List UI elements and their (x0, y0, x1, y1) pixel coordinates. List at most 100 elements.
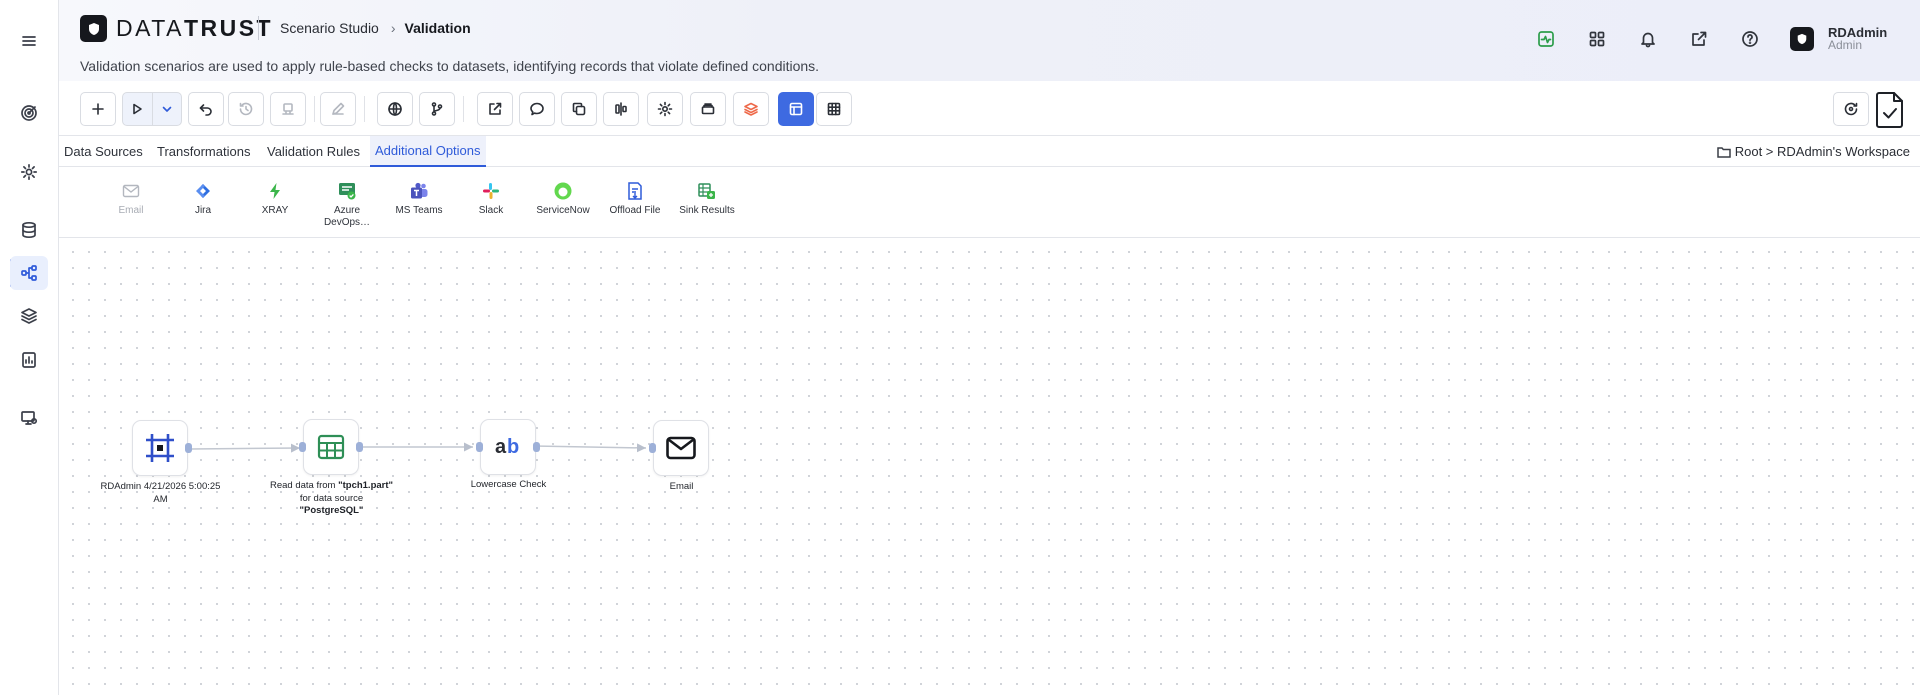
tab-validation-rules[interactable]: Validation Rules (262, 136, 365, 167)
servicenow-icon (553, 181, 573, 201)
output-port[interactable] (533, 442, 540, 452)
node-lowercase-check[interactable]: a b (476, 419, 540, 475)
activity-icon[interactable] (1535, 28, 1557, 50)
edge-lowercase-to-email (533, 443, 647, 453)
workspace-breadcrumb[interactable]: Root > RDAdmin's Workspace (1716, 144, 1910, 159)
header-actions (1535, 28, 1790, 50)
ms-teams-icon (409, 181, 429, 201)
tab-transformations[interactable]: Transformations (152, 136, 255, 167)
node-email-label: Email (669, 481, 694, 492)
node-start-label: RDAdmin 4/21/2026 5:00:25 AM (100, 481, 221, 505)
undo-button[interactable] (188, 92, 224, 126)
copy-button[interactable] (561, 92, 597, 126)
monitor-settings-icon[interactable] (10, 401, 48, 435)
history-button[interactable] (228, 92, 264, 126)
database-icon[interactable] (10, 213, 48, 247)
offload-file-icon (625, 181, 645, 201)
run-button[interactable] (123, 93, 152, 125)
revision-history-button[interactable] (1833, 92, 1869, 126)
stack-button[interactable] (733, 92, 769, 126)
toolbar-divider (463, 96, 464, 122)
input-port[interactable] (649, 443, 656, 453)
page-header: DATATRUST Scenario Studio › Validation V… (59, 0, 1920, 81)
align-button[interactable] (603, 92, 639, 126)
datatrust-logo[interactable]: DATATRUST (80, 15, 273, 42)
gear-icon[interactable] (10, 155, 48, 189)
option-tabs: Data Sources Transformations Validation … (59, 136, 1920, 167)
validate-document-icon[interactable] (1872, 89, 1908, 131)
tab-additional-options[interactable]: Additional Options (370, 136, 486, 167)
node-email[interactable] (649, 420, 709, 476)
node-read-data-label: Read data from "tpch1.part" for data sou… (269, 480, 394, 516)
input-port[interactable] (299, 442, 306, 452)
svg-text:b: b (507, 436, 519, 458)
run-options-chevron-icon[interactable] (151, 93, 182, 125)
apps-grid-icon[interactable] (1586, 28, 1608, 50)
chevron-right-icon: › (390, 20, 396, 36)
target-icon[interactable] (10, 96, 48, 130)
mail-icon (121, 181, 141, 201)
table-icon (317, 434, 345, 460)
scenario-toolbar (59, 81, 1920, 136)
breadcrumb-section[interactable]: Scenario Studio (280, 20, 379, 36)
scenario-canvas[interactable]: RDAdmin 4/21/2026 5:00:25 AM Read data f… (59, 238, 1920, 695)
export-button[interactable] (477, 92, 513, 126)
workspace-path: Root > RDAdmin's Workspace (1734, 144, 1910, 159)
output-port[interactable] (185, 443, 192, 453)
logo-wordmark: DATATRUST (116, 15, 274, 41)
input-port[interactable] (476, 442, 483, 452)
bell-icon[interactable] (1637, 28, 1659, 50)
toolbar-divider (314, 96, 315, 122)
ab-text-icon: a b (495, 436, 519, 458)
palette-item-offload-file[interactable]: Offload File (604, 181, 666, 217)
folder-icon (1716, 146, 1731, 158)
settings-button[interactable] (647, 92, 683, 126)
shield-logo-icon (80, 15, 107, 42)
palette-item-email[interactable]: Email (100, 181, 162, 217)
hamburger-menu-icon[interactable] (10, 24, 48, 58)
node-start[interactable] (132, 420, 192, 476)
user-info: RDAdmin Admin (1828, 26, 1887, 52)
frame-icon (146, 434, 174, 462)
slack-icon (481, 181, 501, 201)
node-read-data[interactable] (299, 419, 363, 475)
palette-item-jira[interactable]: Jira (172, 181, 234, 217)
report-icon[interactable] (10, 343, 48, 377)
package-button[interactable] (690, 92, 726, 126)
tab-data-sources[interactable]: Data Sources (59, 136, 148, 167)
mail-icon (666, 436, 696, 460)
layers-icon[interactable] (10, 299, 48, 333)
toolbar-divider (364, 96, 365, 122)
erase-button[interactable] (270, 92, 306, 126)
help-icon[interactable] (1739, 28, 1761, 50)
external-link-icon[interactable] (1688, 28, 1710, 50)
xray-icon (265, 181, 285, 201)
user-menu[interactable]: RDAdmin Admin (1790, 26, 1887, 52)
palette-item-sink-results[interactable]: Sink Results (676, 181, 738, 217)
palette-item-ms-teams[interactable]: MS Teams (388, 181, 450, 217)
palette-item-xray[interactable]: XRAY (244, 181, 306, 217)
left-nav-rail (0, 0, 59, 695)
scenario-flow-icon[interactable] (10, 256, 48, 290)
add-button[interactable] (80, 92, 116, 126)
comment-button[interactable] (519, 92, 555, 126)
layout-view-button[interactable] (778, 92, 814, 126)
table-view-button[interactable] (816, 92, 852, 126)
palette-item-azure-devops[interactable]: Azure DevOps… (316, 181, 378, 229)
palette-item-slack[interactable]: Slack (460, 181, 522, 217)
node-lowercase-check-label: Lowercase Check (470, 479, 547, 490)
header-divider (258, 16, 259, 40)
edge-start-to-read (190, 443, 301, 453)
output-port[interactable] (356, 442, 363, 452)
svg-text:a: a (495, 436, 507, 458)
user-role: Admin (1828, 38, 1863, 52)
edit-button[interactable] (320, 92, 356, 126)
breadcrumb: Scenario Studio › Validation (280, 20, 471, 36)
sink-results-icon (697, 181, 717, 201)
palette-item-servicenow[interactable]: ServiceNow (532, 181, 594, 217)
azure-devops-icon (337, 181, 357, 201)
branch-button[interactable] (419, 92, 455, 126)
globe-button[interactable] (377, 92, 413, 126)
run-split-button (122, 92, 182, 126)
avatar (1790, 27, 1814, 51)
